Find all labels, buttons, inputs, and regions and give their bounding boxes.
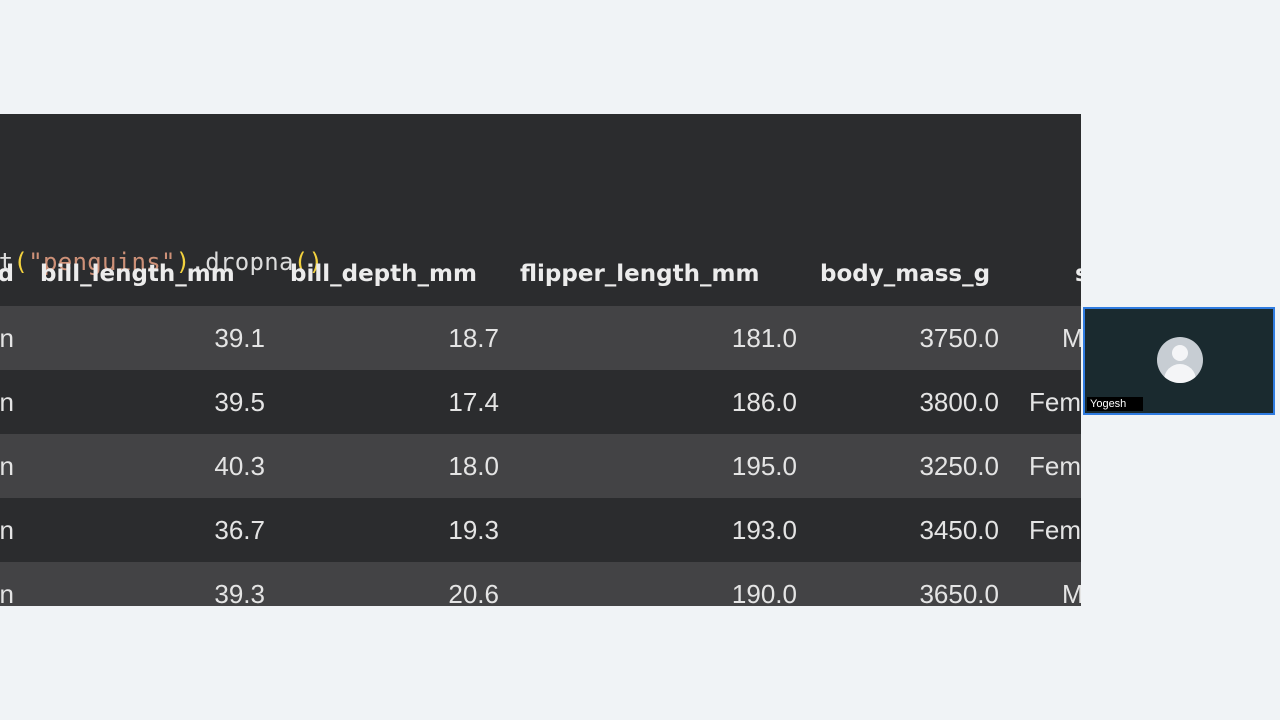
table-cell: 36.7 (214, 515, 265, 545)
table-cell: n (0, 387, 14, 417)
table-cell: 39.1 (214, 323, 265, 353)
table-row: n 39.1 18.7 181.0 3750.0 M (0, 306, 1081, 370)
table-cell: 186.0 (731, 387, 797, 417)
header-cell: s (1075, 242, 1081, 306)
header-cell: d (0, 261, 14, 287)
table-cell: M (1062, 323, 1081, 353)
table-cell: 3800.0 (919, 387, 999, 417)
table-cell: 3750.0 (919, 323, 999, 353)
table-cell: 18.0 (448, 451, 499, 481)
participant-video-tile[interactable]: Yogesh (1083, 307, 1275, 415)
table-cell: 195.0 (731, 451, 797, 481)
table-cell: 19.3 (448, 515, 499, 545)
header-cell: body_mass_g (820, 261, 991, 287)
table-cell: 193.0 (731, 515, 797, 545)
table-cell: 39.3 (214, 579, 265, 606)
table-cell: n (0, 579, 14, 606)
table-cell: 20.6 (448, 579, 499, 606)
table-cell: 3250.0 (919, 451, 999, 481)
header-cell: bill_depth_mm (290, 261, 477, 287)
table-cell: Fem (1029, 451, 1081, 481)
participant-name: Yogesh (1087, 397, 1143, 411)
table-cell: n (0, 515, 14, 545)
shared-screen: et("penguins").dropna() d bill_length_mm… (0, 114, 1081, 606)
table-cell: Fem (1029, 515, 1081, 545)
table-cell: 40.3 (214, 451, 265, 481)
table-cell: 17.4 (448, 387, 499, 417)
table-cell: 3450.0 (919, 515, 999, 545)
user-avatar-icon (1157, 337, 1203, 383)
table-row: n 36.7 19.3 193.0 3450.0 Fem (0, 498, 1081, 562)
avatar-shoulders (1164, 364, 1196, 383)
header-cell: bill_length_mm (40, 261, 235, 287)
table-cell: n (0, 323, 14, 353)
table-cell: 190.0 (731, 579, 797, 606)
header-cell: flipper_length_mm (520, 261, 760, 287)
table-cell: 18.7 (448, 323, 499, 353)
avatar-head (1172, 345, 1188, 361)
table-cell: 3650.0 (919, 579, 999, 606)
table-header-row: d bill_length_mm bill_depth_mm flipper_l… (0, 242, 1081, 306)
table-row: n 39.3 20.6 190.0 3650.0 M (0, 562, 1081, 606)
table-cell: Fem (1029, 387, 1081, 417)
table-cell: 181.0 (731, 323, 797, 353)
table-row: n 40.3 18.0 195.0 3250.0 Fem (0, 434, 1081, 498)
table-row: n 39.5 17.4 186.0 3800.0 Fem (0, 370, 1081, 434)
table-cell: 39.5 (214, 387, 265, 417)
table-cell: M (1062, 579, 1081, 606)
table-cell: n (0, 451, 14, 481)
